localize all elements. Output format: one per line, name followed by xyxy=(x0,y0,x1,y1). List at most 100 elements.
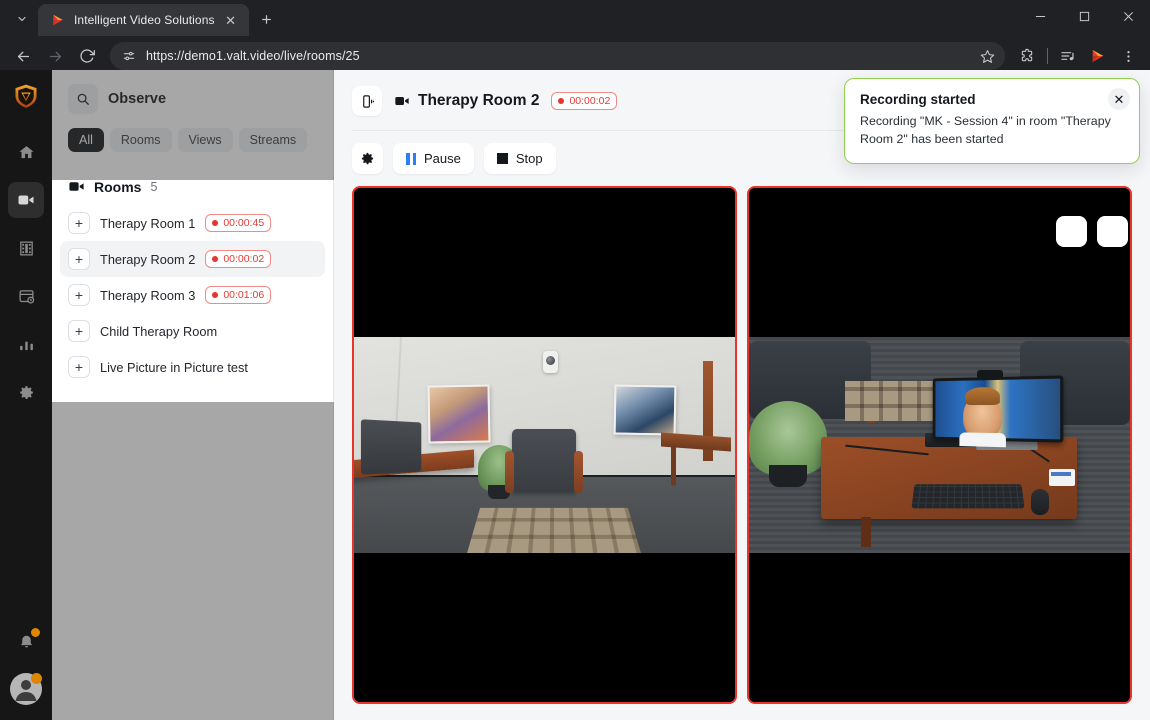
notifications-badge xyxy=(31,628,40,637)
pause-icon xyxy=(406,152,416,165)
page-title: Therapy Room 2 xyxy=(418,92,540,109)
status-badge: 00:00:02 xyxy=(205,250,272,268)
avatar[interactable] xyxy=(9,672,43,706)
reload-icon[interactable] xyxy=(72,41,102,71)
sidebar-filter-tabs: All Rooms Views Streams xyxy=(68,128,317,166)
portrait-layout-icon[interactable] xyxy=(352,86,382,116)
recording-timer: 00:00:02 xyxy=(569,95,611,107)
layout-option-button[interactable] xyxy=(1056,216,1087,247)
tab-all[interactable]: All xyxy=(68,128,104,152)
sidebar-item-live[interactable] xyxy=(8,182,44,218)
video-stream-1 xyxy=(354,188,735,702)
expand-icon[interactable]: + xyxy=(68,284,90,306)
close-icon[interactable]: ✕ xyxy=(1108,88,1130,110)
bar-chart-icon xyxy=(19,341,33,350)
desk-scene xyxy=(749,337,1130,553)
media-list-icon[interactable] xyxy=(1054,42,1082,70)
gear-icon xyxy=(19,385,33,399)
recording-timer: 00:00:45 xyxy=(223,217,265,229)
sidebar-item-scheduled[interactable] xyxy=(8,278,44,314)
pause-button-label: Pause xyxy=(424,151,461,166)
recording-dot-icon xyxy=(212,220,219,226)
app-viewport: Observe All Rooms Views Streams Rooms 5 … xyxy=(0,70,1150,720)
sidebar-item-home[interactable] xyxy=(8,134,44,170)
rooms-section-label: Rooms xyxy=(94,178,142,195)
toast-message: Recording "MK - Session 4" in room "Ther… xyxy=(860,114,1111,146)
search-icon[interactable] xyxy=(68,84,98,114)
new-tab-button[interactable] xyxy=(253,5,281,33)
tab-streams[interactable]: Streams xyxy=(238,128,308,152)
list-item[interactable]: + Therapy Room 1 00:00:45 xyxy=(60,205,325,241)
stop-button[interactable]: Stop xyxy=(483,143,556,174)
expand-icon[interactable]: + xyxy=(68,212,90,234)
recording-timer: 00:01:06 xyxy=(223,289,265,301)
tab-close-icon[interactable]: ✕ xyxy=(223,12,239,28)
status-badge: 00:00:02 xyxy=(551,92,618,110)
rooms-section-header: Rooms 5 xyxy=(52,166,333,205)
expand-icon[interactable]: + xyxy=(68,320,90,342)
stop-button-label: Stop xyxy=(515,151,543,166)
pause-button[interactable]: Pause xyxy=(393,143,474,174)
window-close-icon[interactable] xyxy=(1106,0,1150,32)
list-item[interactable]: + Therapy Room 2 00:00:02 xyxy=(60,241,325,277)
three-dot-menu-icon[interactable] xyxy=(1114,42,1142,70)
tab-views[interactable]: Views xyxy=(177,128,233,152)
home-icon xyxy=(18,145,34,158)
recording-dot-icon xyxy=(212,292,219,298)
settings-button[interactable] xyxy=(352,143,383,174)
back-arrow-icon[interactable] xyxy=(8,41,38,71)
stop-icon xyxy=(496,153,508,164)
extensions-puzzle-icon[interactable] xyxy=(1013,42,1041,70)
notifications-button[interactable] xyxy=(8,624,44,660)
sidebar-search-row: Observe xyxy=(68,84,317,114)
sidebar-item-recordings[interactable] xyxy=(8,230,44,266)
address-bar[interactable]: https://demo1.valt.video/live/rooms/25 xyxy=(110,42,1005,70)
browser-titlebar: Intelligent Video Solutions ✕ xyxy=(0,0,1150,36)
video-camera-icon xyxy=(18,195,34,205)
toolbar-divider xyxy=(1047,48,1048,64)
tab-strip: Intelligent Video Solutions ✕ xyxy=(0,0,1018,36)
tab-title: Intelligent Video Solutions xyxy=(74,13,215,27)
tab-search-button[interactable] xyxy=(8,5,36,33)
recording-timer: 00:00:02 xyxy=(223,253,265,265)
ivs-play-logo-icon[interactable] xyxy=(1084,42,1112,70)
room-name: Child Therapy Room xyxy=(100,323,218,339)
list-item[interactable]: + Child Therapy Room xyxy=(60,313,325,349)
room-name: Therapy Room 3 xyxy=(100,287,196,303)
list-item[interactable]: + Live Picture in Picture test xyxy=(60,349,325,385)
observe-sidebar: Observe All Rooms Views Streams Rooms 5 … xyxy=(52,70,334,720)
status-badge: 00:01:06 xyxy=(205,286,272,304)
ivs-shield-logo-icon[interactable] xyxy=(8,78,44,114)
expand-icon[interactable]: + xyxy=(68,248,90,270)
site-settings-icon[interactable] xyxy=(122,49,136,63)
maximize-icon[interactable] xyxy=(1062,0,1106,32)
video-camera-icon xyxy=(395,97,409,105)
rooms-list: + Therapy Room 1 00:00:45 + Therapy Room… xyxy=(52,205,333,385)
tab-rooms[interactable]: Rooms xyxy=(109,128,172,152)
ivs-play-logo-icon xyxy=(50,12,66,28)
video-grid xyxy=(334,174,1150,720)
page-title: Observe xyxy=(108,91,167,107)
list-item[interactable]: + Therapy Room 3 00:01:06 xyxy=(60,277,325,313)
expand-icon[interactable]: + xyxy=(68,356,90,378)
camera-feed-1[interactable] xyxy=(352,186,737,704)
sidebar-header: Observe All Rooms Views Streams xyxy=(52,70,333,166)
star-icon[interactable] xyxy=(980,49,995,64)
minimize-icon[interactable] xyxy=(1018,0,1062,32)
archive-clock-icon xyxy=(18,289,34,304)
fullscreen-button[interactable] xyxy=(1097,216,1128,247)
room-title-group: Therapy Room 2 xyxy=(394,92,539,110)
recording-dot-icon xyxy=(212,256,219,262)
camera-feed-2[interactable] xyxy=(747,186,1132,704)
status-badge: 00:00:45 xyxy=(205,214,272,232)
therapy-room-scene xyxy=(354,337,735,553)
sidebar-item-reports[interactable] xyxy=(8,326,44,362)
sidebar-item-settings[interactable] xyxy=(8,374,44,410)
forward-arrow-icon[interactable] xyxy=(40,41,70,71)
recording-dot-icon xyxy=(558,98,565,104)
video-camera-icon xyxy=(69,182,84,191)
browser-tab[interactable]: Intelligent Video Solutions ✕ xyxy=(38,4,249,36)
url-text: https://demo1.valt.video/live/rooms/25 xyxy=(146,49,360,63)
video-stream-2 xyxy=(749,188,1130,702)
app-nav-rail xyxy=(0,70,52,720)
